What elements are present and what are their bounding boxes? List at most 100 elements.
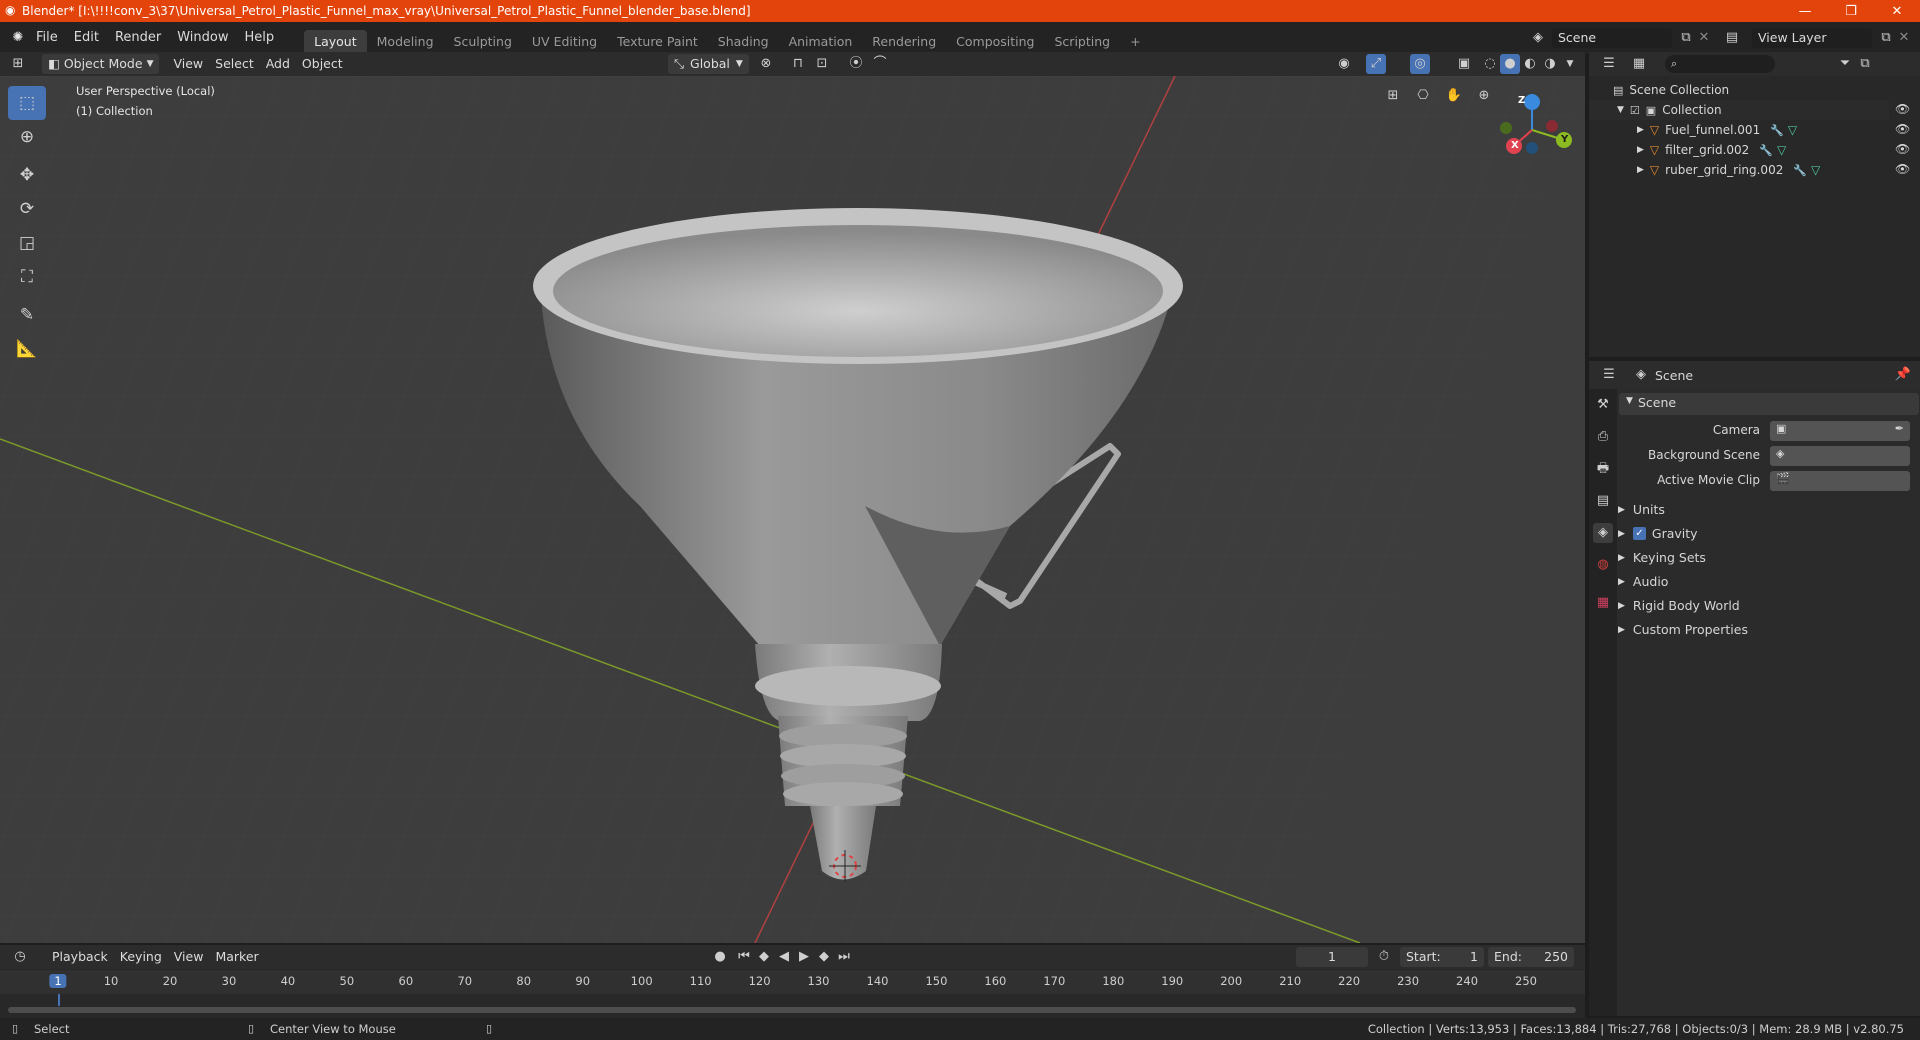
mesh-data-icon[interactable]: ▽ [1811,163,1820,177]
grid-view-icon[interactable]: ⊞ [1383,86,1403,106]
playhead-line[interactable] [58,994,60,1006]
select-box-tool[interactable]: ⬚ [8,86,46,120]
filter-icon[interactable]: ⏷ [1835,54,1855,74]
eye-icon[interactable]: 👁 [1895,122,1910,136]
record-icon[interactable]: ● [710,947,730,967]
jump-start-icon[interactable]: ⏮ [734,947,754,967]
tab-scripting[interactable]: Scripting [1045,30,1121,54]
menu-file[interactable]: File [28,27,66,49]
tab-layout[interactable]: Layout [304,30,367,54]
menu-select[interactable]: Select [209,54,260,74]
current-frame-field[interactable]: 1 [1296,947,1368,967]
properties-type-icon[interactable]: ☰ [1599,365,1619,385]
zoom-icon[interactable]: ⊕ [1474,86,1494,106]
transform-orientation-selector[interactable]: ⤡ Global ▼ [668,54,749,74]
gizmo-z-label[interactable]: Z [1518,95,1525,106]
measure-tool[interactable]: 📐 [8,332,46,366]
tab-sculpting[interactable]: Sculpting [444,30,522,54]
jump-end-icon[interactable]: ⏭ [834,947,854,967]
visibility-icon[interactable]: ◉ [1334,54,1354,74]
minimize-button[interactable]: — [1782,0,1828,22]
menu-object[interactable]: Object [296,54,349,74]
expand-arrow-icon[interactable]: ▼ [1617,105,1624,115]
close-button[interactable]: ✕ [1874,0,1920,22]
eye-icon[interactable]: 👁 [1895,162,1910,176]
active-movie-clip-field[interactable]: 🎬 [1770,471,1910,491]
keying-sets-panel-header[interactable]: ▶ Keying Sets [1618,550,1706,565]
menu-help[interactable]: Help [237,27,283,49]
outliner-row-collection[interactable]: ▼ ☑ ▣ Collection [1589,100,1889,120]
tool-tab-icon[interactable]: ⚒ [1593,395,1613,415]
rotate-tool[interactable]: ⟳ [8,192,46,226]
view-layer-tab-icon[interactable]: ▤ [1593,491,1613,511]
modifier-icon[interactable]: 🔧 [1759,144,1773,157]
camera-view-icon[interactable]: ⎔ [1413,86,1433,106]
blender-menu-icon[interactable]: ✺ [8,28,28,48]
material-shading-icon[interactable]: ◐ [1520,54,1540,74]
play-reverse-icon[interactable]: ◀ [774,947,794,967]
output-tab-icon[interactable]: 🖶 [1593,459,1613,479]
tab-rendering[interactable]: Rendering [862,30,946,54]
view-layer-icon[interactable]: ▤ [1722,28,1742,48]
cursor-tool[interactable]: ⊕ [8,120,46,154]
new-scene-icon[interactable]: ⧉ [1676,28,1696,48]
annotate-tool[interactable]: ✎ [8,298,46,332]
outliner-search-input[interactable]: ⌕ [1665,55,1775,73]
render-tab-icon[interactable]: ⎙ [1593,427,1613,447]
tab-shading[interactable]: Shading [708,30,779,54]
falloff-icon[interactable]: ⌒ [870,54,890,74]
timeline-ruler[interactable]: 1 10 20 30 40 50 60 70 80 90 100 110 120 130 140 150 160… [0,970,1585,994]
menu-render[interactable]: Render [107,27,169,49]
menu-view[interactable]: View [167,54,209,74]
modifier-icon[interactable]: 🔧 [1770,124,1784,137]
move-tool[interactable]: ✥ [8,158,46,192]
expand-arrow-icon[interactable]: ▶ [1637,125,1644,135]
audio-panel-header[interactable]: ▶ Audio [1618,574,1668,589]
pin-icon[interactable]: 📌 [1893,365,1913,385]
solid-shading-icon[interactable]: ● [1500,54,1520,74]
texture-tab-icon[interactable]: ▦ [1593,593,1613,613]
transform-tool[interactable]: ⛶ [8,260,46,294]
outliner-row-object[interactable]: ▶ ▽ filter_grid.002 🔧 ▽ [1589,140,1889,160]
modifier-icon[interactable]: 🔧 [1793,164,1807,177]
scene-selector[interactable]: Scene [1552,28,1672,48]
tab-compositing[interactable]: Compositing [946,30,1044,54]
rendered-shading-icon[interactable]: ◑ [1540,54,1560,74]
collapse-arrow-icon[interactable]: ▼ [1626,396,1633,406]
mesh-data-icon[interactable]: ▽ [1777,143,1786,157]
outliner-type-icon[interactable]: ☰ [1599,54,1619,74]
xray-toggle-icon[interactable]: ▣ [1454,54,1474,74]
gravity-checkbox[interactable]: ✓ [1632,527,1646,540]
start-frame-field[interactable]: Start: 1 [1400,947,1484,967]
pan-hand-icon[interactable]: ✋ [1444,86,1464,106]
shading-options-icon[interactable]: ▼ [1560,54,1580,74]
gizmo-y-label[interactable]: Y [1561,134,1568,145]
proportional-edit-icon[interactable]: ⦿ [846,54,866,74]
expand-arrow-icon[interactable]: ▶ [1637,165,1644,175]
pivot-point-icon[interactable]: ⊗ [756,54,776,74]
menu-edit[interactable]: Edit [66,27,107,49]
tab-animation[interactable]: Animation [779,30,863,54]
custom-properties-panel-header[interactable]: ▶ Custom Properties [1618,622,1748,637]
snap-icon[interactable]: ⊓ [788,54,808,74]
tab-modeling[interactable]: Modeling [367,30,444,54]
new-view-layer-icon[interactable]: ⧉ [1876,28,1896,48]
eye-icon[interactable]: 👁 [1895,142,1910,156]
prev-keyframe-icon[interactable]: ◆ [754,947,774,967]
display-mode-icon[interactable]: ▦ [1629,54,1649,74]
outliner-row-object[interactable]: ▶ ▽ Fuel_funnel.001 🔧 ▽ [1589,120,1889,140]
scale-tool[interactable]: ◲ [8,226,46,260]
menu-add[interactable]: Add [260,54,296,74]
outliner-row-object[interactable]: ▶ ▽ ruber_grid_ring.002 🔧 ▽ [1589,160,1889,180]
gizmo-toggle-icon[interactable]: ⤢ [1366,54,1386,74]
menu-marker[interactable]: Marker [209,947,264,967]
stopwatch-icon[interactable]: ⏱ [1374,947,1394,967]
delete-view-layer-icon[interactable]: ✕ [1894,28,1914,48]
wireframe-shading-icon[interactable]: ◌ [1480,54,1500,74]
maximize-button[interactable]: ❐ [1828,0,1874,22]
delete-scene-icon[interactable]: ✕ [1694,28,1714,48]
scene-type-icon[interactable]: ◈ [1528,28,1548,48]
tab-uv-editing[interactable]: UV Editing [522,30,607,54]
add-workspace-button[interactable]: + [1120,30,1150,54]
menu-playback[interactable]: Playback [46,947,114,967]
